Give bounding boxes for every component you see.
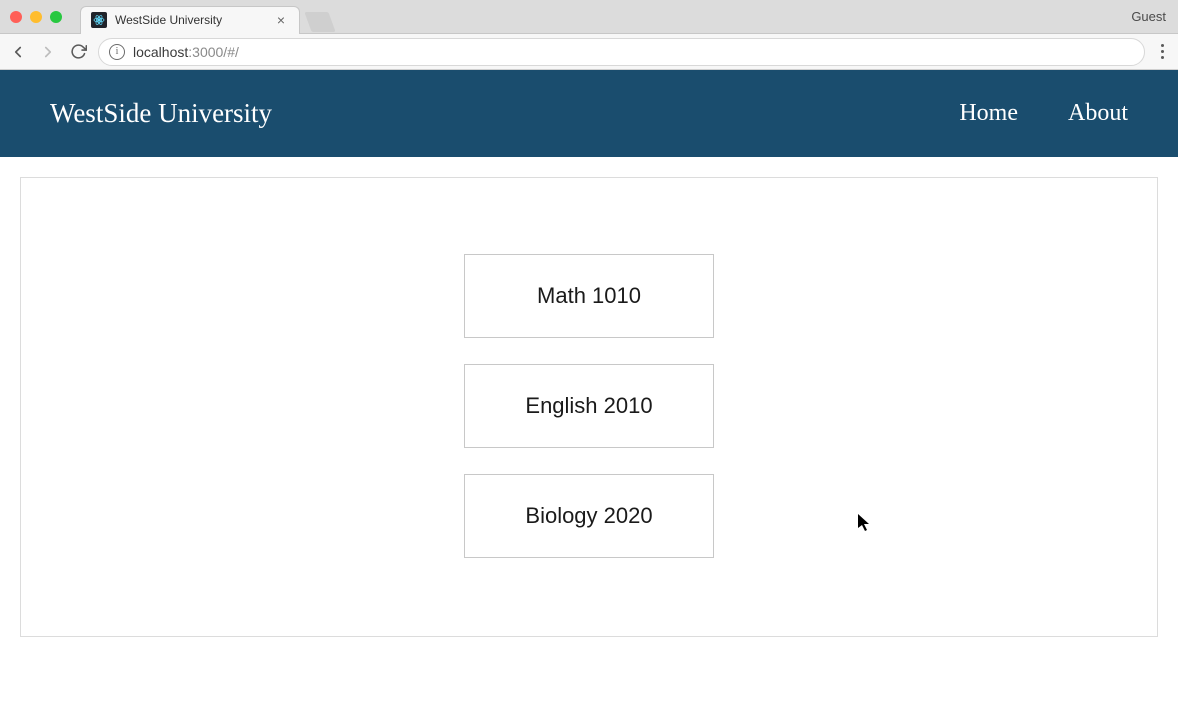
main-area: Math 1010 English 2010 Biology 2020: [0, 157, 1178, 657]
url-text: localhost:3000/#/: [133, 44, 239, 60]
address-bar[interactable]: i localhost:3000/#/: [98, 38, 1145, 66]
window-maximize-button[interactable]: [50, 11, 62, 23]
window-minimize-button[interactable]: [30, 11, 42, 23]
course-name: Math 1010: [537, 283, 641, 309]
reload-button[interactable]: [68, 42, 88, 62]
nav-links: Home About: [959, 100, 1128, 127]
react-favicon-icon: [91, 12, 107, 28]
site-info-icon[interactable]: i: [109, 44, 125, 60]
course-card[interactable]: Biology 2020: [464, 474, 714, 558]
browser-tab-bar: WestSide University × Guest: [0, 0, 1178, 34]
new-tab-button[interactable]: [304, 12, 335, 32]
forward-button: [38, 42, 58, 62]
window-close-button[interactable]: [10, 11, 22, 23]
url-host: localhost: [133, 44, 188, 60]
course-list: Math 1010 English 2010 Biology 2020: [20, 177, 1158, 637]
nav-about-link[interactable]: About: [1068, 100, 1128, 127]
window-controls: [0, 11, 62, 23]
tab-title: WestSide University: [115, 13, 265, 27]
close-tab-icon[interactable]: ×: [273, 12, 289, 28]
url-path: :3000/#/: [188, 44, 239, 60]
browser-tab[interactable]: WestSide University ×: [80, 6, 300, 34]
course-name: English 2010: [525, 393, 652, 419]
course-name: Biology 2020: [525, 503, 652, 529]
app-header: WestSide University Home About: [0, 70, 1178, 157]
nav-home-link[interactable]: Home: [959, 100, 1018, 127]
course-card[interactable]: Math 1010: [464, 254, 714, 338]
browser-toolbar: i localhost:3000/#/: [0, 34, 1178, 70]
browser-menu-button[interactable]: [1155, 44, 1170, 59]
course-card[interactable]: English 2010: [464, 364, 714, 448]
brand-title[interactable]: WestSide University: [50, 98, 272, 129]
profile-label[interactable]: Guest: [1131, 9, 1166, 24]
back-button[interactable]: [8, 42, 28, 62]
